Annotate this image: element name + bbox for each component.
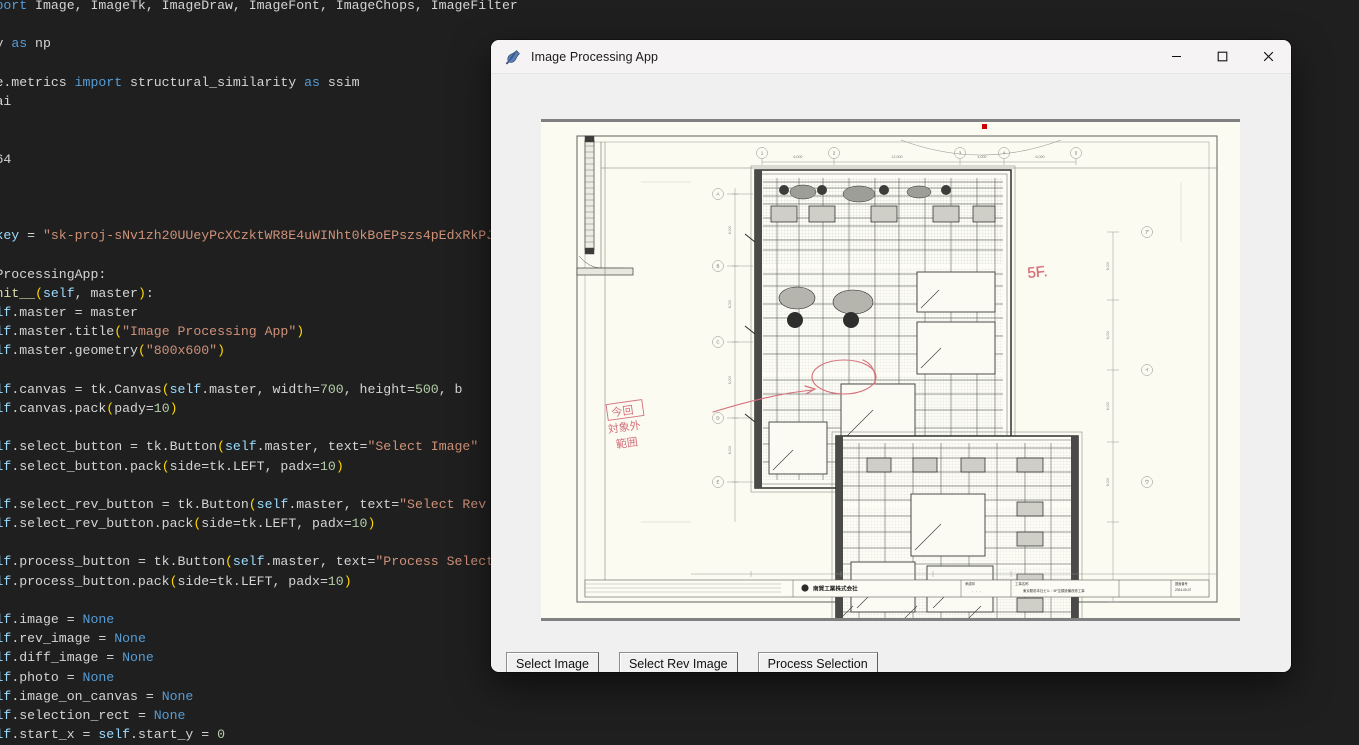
svg-text:イ: イ [1145,368,1149,373]
svg-text:6,000: 6,000 [794,155,803,159]
svg-text:6,000: 6,000 [728,446,732,455]
svg-text:6,000: 6,000 [1106,262,1110,271]
svg-text:2024-05-07: 2024-05-07 [1175,588,1192,592]
svg-text:6,000: 6,000 [1106,331,1110,340]
window-titlebar[interactable]: Image Processing App [491,40,1291,74]
close-button[interactable] [1245,40,1291,73]
process-selection-button[interactable]: Process Selection [757,652,878,672]
image-processing-app-window[interactable]: Image Processing App 1 2 3 4 5 6,000 12,… [491,40,1291,672]
minimize-button[interactable] [1153,40,1199,73]
svg-text:E: E [717,480,720,485]
svg-text:6,000: 6,000 [1106,478,1110,487]
code-line: t time [0,15,708,34]
maximize-button[interactable] [1199,40,1245,73]
svg-text:6,000: 6,000 [1036,155,1045,159]
code-line: self.selection_rect = None [0,707,186,723]
code-line: self.image_on_canvas = None [0,688,194,704]
select-rev-image-button[interactable]: Select Rev Image [618,652,738,672]
feather-icon [505,49,520,64]
svg-text:・ ・ ・: ・ ・ ・ [971,590,982,594]
blueprint-image: 1 2 3 4 5 6,000 12,000 4,000 6,000 A B C… [541,122,1240,618]
svg-text:6,000: 6,000 [728,226,732,235]
svg-text:B: B [717,264,720,269]
app-content-area: 1 2 3 4 5 6,000 12,000 4,000 6,000 A B C… [491,74,1291,672]
window-controls [1153,40,1291,73]
selection-point-marker [982,124,987,129]
image-canvas[interactable]: 1 2 3 4 5 6,000 12,000 4,000 6,000 A B C… [541,119,1240,621]
svg-text:承認印: 承認印 [965,581,976,586]
svg-text:6,000: 6,000 [728,376,732,385]
svg-text:D: D [716,416,719,421]
blueprint-drawing: 1 2 3 4 5 6,000 12,000 4,000 6,000 A B C… [541,122,1240,618]
svg-text:6,000: 6,000 [1106,402,1110,411]
svg-text:図面番号: 図面番号 [1175,581,1188,586]
code-line: PIL import Image, ImageTk, ImageDraw, Im… [0,0,518,13]
svg-text:12,000: 12,000 [892,155,903,159]
svg-text:ウ: ウ [1145,479,1149,485]
svg-text:4,000: 4,000 [978,155,987,159]
svg-text:南賀工業株式会社: 南賀工業株式会社 [813,584,858,592]
code-line: self.start_x = self.start_y = 0 [0,727,226,743]
svg-text:東京駅前本社ビル・5F空調設備改修工事: 東京駅前本社ビル・5F空調設備改修工事 [1023,588,1085,593]
button-row: Select Image Select Rev Image Process Se… [496,652,888,672]
svg-text:5F.: 5F. [1027,263,1049,282]
svg-text:A: A [717,192,720,197]
window-title: Image Processing App [531,49,659,64]
svg-text:C: C [716,340,719,345]
svg-text:6,000: 6,000 [728,300,732,309]
svg-text:工事名称: 工事名称 [1015,581,1029,586]
select-image-button[interactable]: Select Image [506,652,599,672]
